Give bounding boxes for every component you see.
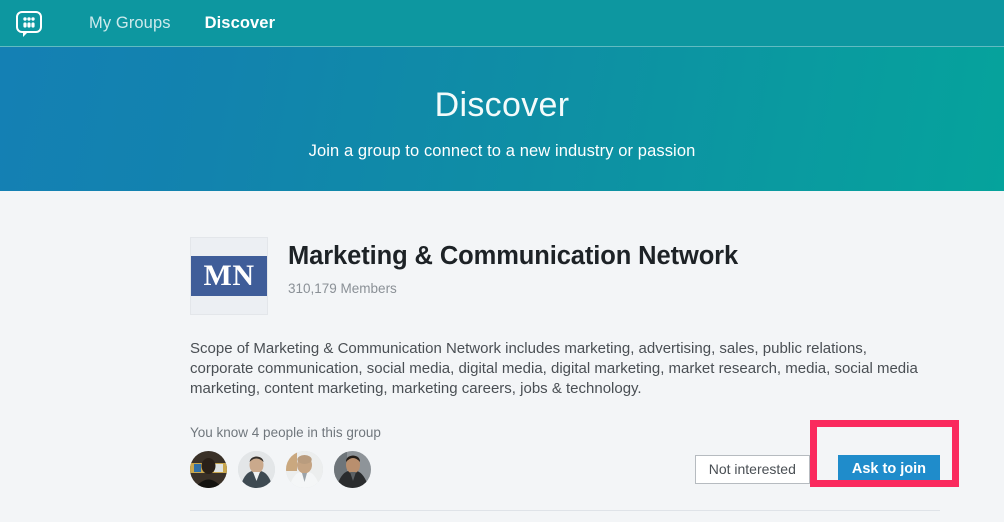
group-actions: Not interested Ask to join: [694, 454, 940, 484]
card-divider: [190, 510, 940, 511]
page-title: Discover: [434, 86, 570, 124]
not-interested-button[interactable]: Not interested: [694, 454, 810, 484]
group-card-footer: Not interested Ask to join: [190, 449, 940, 489]
avatar[interactable]: [334, 450, 371, 488]
person-photo-icon: [286, 450, 323, 488]
connection-avatars: [190, 450, 382, 488]
speech-bubble-people-icon: [16, 10, 42, 37]
nav-item-my-groups-label: My Groups: [89, 14, 171, 32]
group-header: MN Marketing & Communication Network 310…: [190, 237, 940, 315]
group-member-count: 310,179 Members: [288, 281, 397, 297]
group-description: Scope of Marketing & Communication Netwo…: [190, 340, 918, 397]
ask-to-join-button[interactable]: Ask to join: [837, 454, 940, 484]
group-logo-band: MN: [191, 256, 267, 296]
group-header-text: Marketing & Communication Network 310,17…: [288, 237, 738, 296]
page-subtitle: Join a group to connect to a new industr…: [308, 142, 696, 160]
top-navigation-bar: My Groups Discover: [0, 0, 1004, 47]
main-content-area: MN Marketing & Communication Network 310…: [0, 191, 1004, 522]
avatar[interactable]: [286, 450, 323, 488]
avatar[interactable]: [238, 450, 275, 488]
avatar[interactable]: [190, 450, 227, 488]
app-logo[interactable]: [12, 7, 46, 41]
group-logo-initials: MN: [203, 259, 255, 292]
group-connections-label: You know 4 people in this group: [190, 425, 381, 440]
hero-banner: Discover Join a group to connect to a ne…: [0, 47, 1004, 191]
person-photo-icon: [334, 450, 371, 488]
group-logo[interactable]: MN: [190, 237, 268, 315]
nav-item-discover[interactable]: Discover: [188, 0, 293, 47]
nav-item-discover-label: Discover: [204, 14, 276, 32]
group-name[interactable]: Marketing & Communication Network: [288, 242, 738, 270]
person-photo-icon: [238, 450, 275, 488]
nav-item-my-groups[interactable]: My Groups: [72, 0, 188, 47]
person-photo-icon: [190, 450, 227, 488]
group-suggestion-card: MN Marketing & Communication Network 310…: [190, 237, 940, 489]
